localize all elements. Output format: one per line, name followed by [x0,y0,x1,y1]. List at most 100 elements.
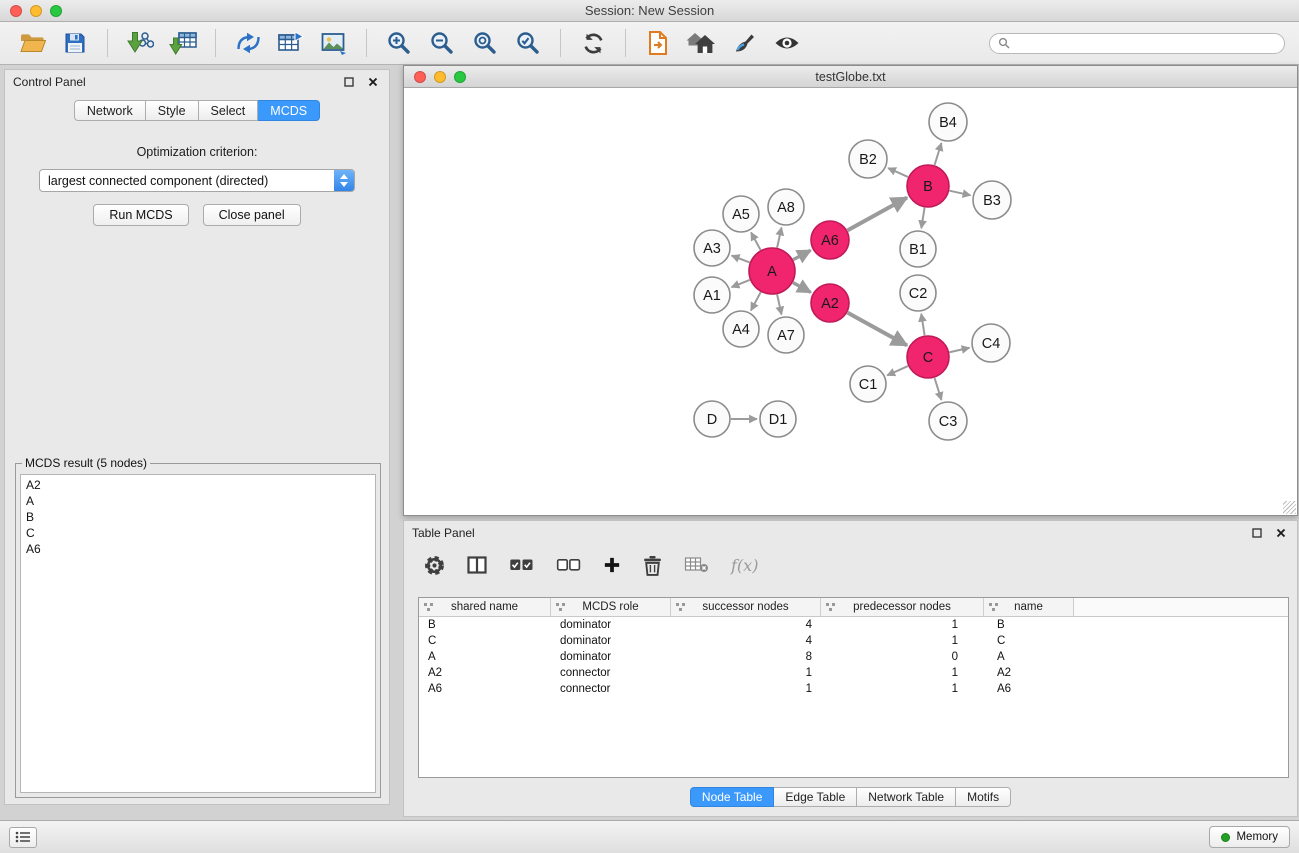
node-table[interactable]: shared name MCDS role successor nodes pr… [418,597,1289,778]
graph-node-D[interactable]: D [694,401,730,437]
zoom-out-button[interactable] [424,26,460,60]
list-item[interactable]: C [26,525,375,541]
table-row[interactable]: C dominator 4 1 C [419,633,1288,649]
task-history-button[interactable] [9,827,37,848]
graph-node-C4[interactable]: C4 [972,324,1010,362]
column-header-name[interactable]: name [984,598,1074,616]
graph-node-A6[interactable]: A6 [811,221,849,259]
edge-A-A1[interactable] [731,280,749,287]
graph-node-C[interactable]: C [907,336,949,378]
network-canvas[interactable]: B4B2BB3A8A5A6B1A3AC2A1A2A4A7C4CC1C3DD1 [404,89,1297,515]
table-row[interactable]: B dominator 4 1 B [419,617,1288,633]
graphics-details-button[interactable] [769,26,805,60]
tab-network-table[interactable]: Network Table [857,787,956,807]
minimize-window-button[interactable] [30,5,42,17]
close-window-button[interactable] [10,5,22,17]
tab-edge-table[interactable]: Edge Table [774,787,857,807]
table-row[interactable]: A2 connector 1 1 A2 [419,665,1288,681]
zoom-window-button[interactable] [50,5,62,17]
close-table-panel-icon[interactable] [1273,525,1289,541]
close-panel-button[interactable]: Close panel [203,204,301,226]
graph-node-B1[interactable]: B1 [900,231,936,267]
edge-A-A5[interactable] [751,232,761,249]
edge-A-A2[interactable] [793,283,811,293]
tab-node-table[interactable]: Node Table [690,787,775,807]
graph-node-D1[interactable]: D1 [760,401,796,437]
graph-node-B3[interactable]: B3 [973,181,1011,219]
edge-A-A4[interactable] [751,292,761,310]
edge-A6-B[interactable] [848,198,907,231]
list-item[interactable]: A2 [26,477,375,493]
list-item[interactable]: A6 [26,541,375,557]
graph-node-A5[interactable]: A5 [723,196,759,232]
graph-node-A4[interactable]: A4 [723,311,759,347]
export-table-button[interactable] [273,26,309,60]
deselect-all-button[interactable] [556,558,581,572]
document-export-button[interactable] [640,26,676,60]
export-image-button[interactable] [316,26,352,60]
zoom-network-window-button[interactable] [454,71,466,83]
import-table-button[interactable] [165,26,201,60]
float-table-panel-icon[interactable] [1249,525,1265,541]
open-session-button[interactable] [14,26,50,60]
graph-node-C1[interactable]: C1 [850,366,886,402]
edge-B-B2[interactable] [888,168,908,177]
table-row[interactable]: A6 connector 1 1 A6 [419,681,1288,697]
apply-layout-button[interactable] [575,26,611,60]
graph-node-A3[interactable]: A3 [694,230,730,266]
edge-C-C4[interactable] [949,348,969,352]
column-header-predecessor-nodes[interactable]: predecessor nodes [821,598,984,616]
import-network-button[interactable] [122,26,158,60]
style-brush-button[interactable] [726,26,762,60]
save-session-button[interactable] [57,26,93,60]
minimize-network-window-button[interactable] [434,71,446,83]
graph-node-A1[interactable]: A1 [694,277,730,313]
close-network-window-button[interactable] [414,71,426,83]
select-all-button[interactable] [509,558,534,572]
edge-C-C3[interactable] [935,378,942,400]
float-panel-icon[interactable] [341,74,357,90]
edge-A-A8[interactable] [777,228,781,248]
toolbar-search[interactable] [989,33,1285,54]
graph-node-B4[interactable]: B4 [929,103,967,141]
graph-node-A7[interactable]: A7 [768,317,804,353]
graph-node-C2[interactable]: C2 [900,275,936,311]
graph-node-B2[interactable]: B2 [849,140,887,178]
delete-table-button[interactable] [684,556,709,574]
export-network-button[interactable] [230,26,266,60]
column-header-shared-name[interactable]: shared name [419,598,551,616]
graph-node-A8[interactable]: A8 [768,189,804,225]
graph-node-C3[interactable]: C3 [929,402,967,440]
close-panel-icon[interactable] [365,74,381,90]
edge-B-B3[interactable] [949,191,970,196]
graph-node-A[interactable]: A [749,248,795,294]
memory-button[interactable]: Memory [1209,826,1290,848]
resize-handle[interactable] [1283,501,1296,514]
zoom-in-button[interactable] [381,26,417,60]
tab-style[interactable]: Style [146,100,199,121]
column-header-successor-nodes[interactable]: successor nodes [671,598,821,616]
edge-B-B1[interactable] [921,208,924,229]
tab-mcds[interactable]: MCDS [258,100,320,121]
table-row[interactable]: A dominator 8 0 A [419,649,1288,665]
edge-A-A6[interactable] [793,250,810,259]
zoom-selected-button[interactable] [510,26,546,60]
network-window-titlebar[interactable]: testGlobe.txt [404,66,1297,88]
edge-C-C1[interactable] [887,366,908,375]
list-item[interactable]: B [26,509,375,525]
optimization-select[interactable]: largest connected component (directed) [39,169,355,192]
edge-A-A3[interactable] [732,256,750,263]
tab-motifs[interactable]: Motifs [956,787,1011,807]
show-columns-button[interactable] [467,556,487,574]
edge-A-A7[interactable] [777,294,781,314]
run-mcds-button[interactable]: Run MCDS [93,204,188,226]
tab-network[interactable]: Network [74,100,146,121]
list-item[interactable]: A [26,493,375,509]
graph-node-A2[interactable]: A2 [811,284,849,322]
function-builder-button[interactable]: f(x) [731,556,758,575]
search-input[interactable] [1015,36,1276,50]
edge-A2-C[interactable] [848,313,907,346]
tab-select[interactable]: Select [199,100,259,121]
column-header-mcds-role[interactable]: MCDS role [551,598,671,616]
mcds-result-list[interactable]: A2 A B C A6 [20,474,376,793]
